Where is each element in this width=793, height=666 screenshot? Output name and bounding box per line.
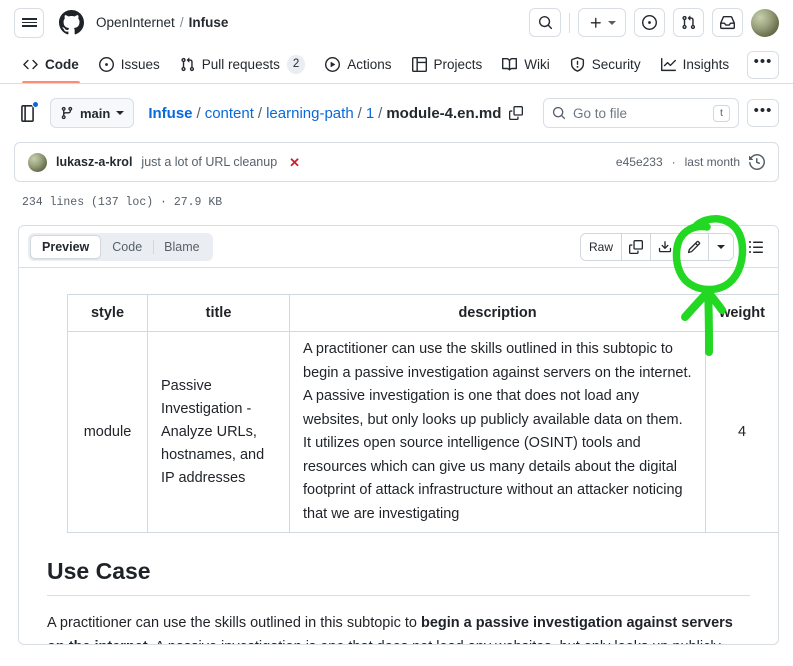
chevron-down-icon[interactable] [709, 233, 733, 260]
pencil-edit-icon[interactable] [680, 233, 709, 260]
breadcrumb-dir-content[interactable]: content [205, 105, 254, 122]
latest-commit-row: lukasz-a-krol just a lot of URL cleanup … [14, 142, 779, 182]
chevron-down-icon [607, 20, 616, 25]
cell-title: Passive Investigation - Analyze URLs, ho… [147, 331, 290, 534]
x-failed-icon[interactable]: ✕ [289, 156, 300, 169]
tab-projects-label: Projects [433, 56, 483, 72]
plus-icon[interactable] [578, 8, 626, 37]
search-icon[interactable] [529, 8, 561, 37]
copy-raw-icon[interactable] [622, 233, 651, 260]
commit-message[interactable]: just a lot of URL cleanup [141, 155, 277, 169]
tab-preview[interactable]: Preview [30, 234, 102, 259]
commit-meta: e45e233 · last month [616, 154, 765, 170]
cell-description: A practitioner can use the skills outlin… [288, 331, 707, 534]
inbox-icon[interactable] [712, 8, 743, 37]
breadcrumb-sep-3: / [357, 104, 362, 122]
tab-insights-label: Insights [682, 56, 730, 72]
list-unordered-outline-icon[interactable] [743, 234, 769, 260]
header-actions [529, 8, 779, 37]
search-input[interactable]: Go to file t [543, 98, 739, 128]
file-action-button-group: Raw [579, 232, 734, 261]
tab-code[interactable]: Code [14, 46, 88, 83]
file-path-bar: main Infuse / content / learning-path / … [0, 84, 793, 136]
raw-button[interactable]: Raw [580, 233, 622, 260]
tab-insights[interactable]: Insights [652, 46, 739, 83]
header-divider [569, 12, 570, 33]
download-icon[interactable] [651, 233, 680, 260]
tab-wiki-label: Wiki [524, 56, 550, 72]
avatar[interactable] [751, 8, 779, 37]
commit-author[interactable]: lukasz-a-krol [56, 155, 132, 169]
repo-navigation: Code Issues Pull requests 2 Actions Proj… [0, 46, 793, 84]
breadcrumb-sep-2: / [257, 104, 263, 122]
commit-hash[interactable]: e45e233 [616, 155, 663, 169]
tab-pull-requests-label: Pull requests [201, 56, 280, 72]
history-icon[interactable] [749, 154, 765, 170]
column-header-title: title [147, 293, 290, 333]
breadcrumb-dir-1[interactable]: 1 [366, 105, 374, 122]
breadcrumb-sep-1: / [196, 104, 201, 122]
file-breadcrumb: Infuse / content / learning-path / 1 / m… [148, 104, 524, 122]
file-more-options-button[interactable]: ••• [747, 99, 779, 127]
column-header-weight: weight [705, 293, 778, 333]
commit-relative-time: last month [684, 155, 740, 169]
tab-pull-requests[interactable]: Pull requests 2 [171, 46, 314, 83]
markdown-preview-body: style title description weight module Pa… [19, 268, 778, 644]
tab-code[interactable]: Code [101, 235, 153, 259]
tab-projects[interactable]: Projects [403, 46, 492, 83]
branch-selector-button[interactable]: main [50, 98, 135, 128]
github-logo-icon[interactable] [56, 8, 86, 38]
tab-actions[interactable]: Actions [316, 46, 400, 83]
breadcrumb-dir-learning-path[interactable]: learning-path [266, 105, 354, 122]
breadcrumb: OpenInternet / Infuse [96, 15, 228, 30]
search-input-placeholder: Go to file [573, 105, 628, 121]
search-shortcut-key: t [713, 104, 730, 122]
unread-indicator-dot [32, 101, 39, 108]
file-bar-actions: Go to file t ••• [543, 98, 779, 128]
chevron-down-icon [116, 111, 125, 115]
tab-issues[interactable]: Issues [90, 46, 169, 83]
breadcrumb-filename: module-4.en.md [386, 104, 502, 122]
tab-wiki[interactable]: Wiki [493, 46, 559, 83]
file-view-toolbar: Preview Code Blame Raw [19, 226, 778, 268]
avatar[interactable] [28, 152, 47, 172]
global-header: OpenInternet / Infuse [0, 0, 793, 46]
breadcrumb-owner[interactable]: OpenInternet [96, 15, 175, 30]
paragraph-part-2: . A passive investigation is one that do… [47, 639, 731, 644]
breadcrumb-sep-4: / [378, 104, 383, 122]
breadcrumb-repo[interactable]: Infuse [189, 15, 229, 30]
issue-opened-icon[interactable] [634, 8, 665, 37]
cell-weight: 4 [705, 331, 778, 534]
tab-security-label: Security [591, 56, 641, 72]
page-title: Use Case [47, 557, 750, 597]
sidebar-expand-icon[interactable] [14, 100, 40, 126]
hamburger-icon[interactable] [14, 7, 44, 38]
branch-name: main [80, 105, 111, 121]
column-header-description: description [288, 293, 707, 333]
tab-issues-label: Issues [120, 56, 160, 72]
tab-code-label: Code [45, 56, 79, 72]
tab-actions-label: Actions [347, 56, 392, 72]
file-actions: Raw [579, 232, 769, 261]
paragraph-part-1: A practitioner can use the skills outlin… [47, 615, 421, 632]
view-mode-tabs: Preview Code Blame [28, 232, 213, 261]
frontmatter-table: style title description weight module Pa… [67, 293, 778, 534]
git-pull-request-icon[interactable] [673, 8, 704, 37]
tab-security[interactable]: Security [561, 46, 650, 83]
pull-requests-count: 2 [286, 55, 306, 74]
commit-meta-separator: · [671, 155, 676, 169]
cell-style: module [67, 331, 148, 534]
breadcrumb-separator: / [179, 15, 184, 30]
column-header-style: style [67, 293, 148, 333]
breadcrumb-repo-link[interactable]: Infuse [148, 105, 192, 122]
table-row: module Passive Investigation - Analyze U… [67, 331, 778, 534]
file-size-meta: 234 lines (137 loc) · 27.9 KB [22, 196, 223, 209]
file-content-container: Preview Code Blame Raw style title descr… [18, 225, 779, 645]
copy-icon[interactable] [509, 106, 524, 120]
tab-blame[interactable]: Blame [153, 235, 210, 259]
repo-nav-overflow-button[interactable]: ••• [747, 50, 779, 79]
table-header-row: style title description weight [67, 293, 778, 333]
use-case-paragraph: A practitioner can use the skills outlin… [47, 612, 750, 644]
